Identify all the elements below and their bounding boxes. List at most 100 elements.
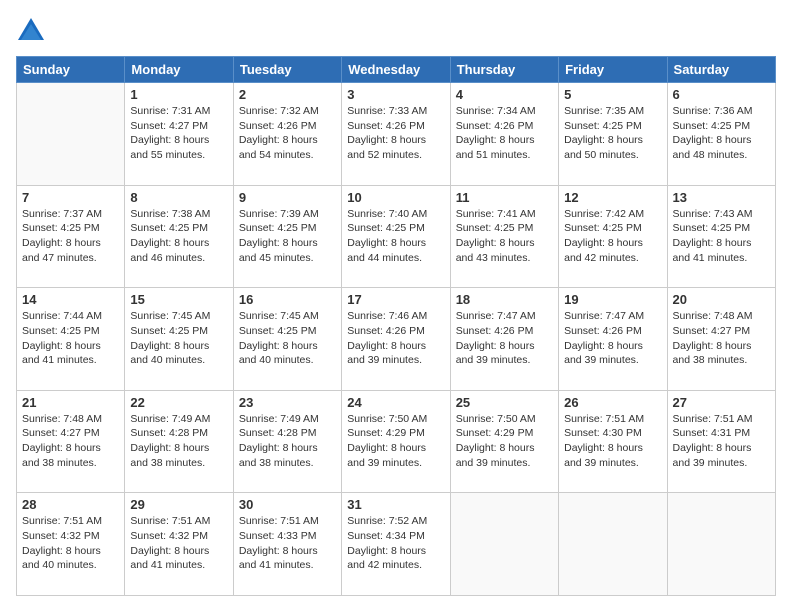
day-info: Sunrise: 7:51 AMSunset: 4:33 PMDaylight:…: [239, 514, 336, 573]
day-cell: 14 Sunrise: 7:44 AMSunset: 4:25 PMDayligh…: [17, 288, 125, 391]
day-cell: 3 Sunrise: 7:33 AMSunset: 4:26 PMDaylight…: [342, 83, 450, 186]
day-number: 29: [130, 497, 227, 512]
day-cell: 11 Sunrise: 7:41 AMSunset: 4:25 PMDayligh…: [450, 185, 558, 288]
header: [16, 16, 776, 46]
day-cell: 31 Sunrise: 7:52 AMSunset: 4:34 PMDayligh…: [342, 493, 450, 596]
day-number: 30: [239, 497, 336, 512]
day-cell: 26Sunrise: 7:51 AMSunset: 4:30 PMDayligh…: [559, 390, 667, 493]
day-cell: 17 Sunrise: 7:46 AMSunset: 4:26 PMDayligh…: [342, 288, 450, 391]
day-info: Sunrise: 7:37 AMSunset: 4:25 PMDaylight:…: [22, 207, 119, 266]
day-cell: 21 Sunrise: 7:48 AMSunset: 4:27 PMDayligh…: [17, 390, 125, 493]
day-info: Sunrise: 7:49 AMSunset: 4:28 PMDaylight:…: [130, 412, 227, 471]
day-number: 31: [347, 497, 444, 512]
day-cell: 8 Sunrise: 7:38 AMSunset: 4:25 PMDaylight…: [125, 185, 233, 288]
day-info: Sunrise: 7:46 AMSunset: 4:26 PMDaylight:…: [347, 309, 444, 368]
day-info: Sunrise: 7:49 AMSunset: 4:28 PMDaylight:…: [239, 412, 336, 471]
day-info: Sunrise: 7:33 AMSunset: 4:26 PMDaylight:…: [347, 104, 444, 163]
day-number: 3: [347, 87, 444, 102]
day-info: Sunrise: 7:45 AMSunset: 4:25 PMDaylight:…: [239, 309, 336, 368]
day-number: 26: [564, 395, 661, 410]
day-number: 9: [239, 190, 336, 205]
day-cell: 24 Sunrise: 7:50 AMSunset: 4:29 PMDayligh…: [342, 390, 450, 493]
day-info: Sunrise: 7:50 AMSunset: 4:29 PMDaylight:…: [347, 412, 444, 471]
day-number: 22: [130, 395, 227, 410]
day-info: Sunrise: 7:44 AMSunset: 4:25 PMDaylight:…: [22, 309, 119, 368]
day-number: 18: [456, 292, 553, 307]
day-number: 4: [456, 87, 553, 102]
day-number: 11: [456, 190, 553, 205]
day-number: 16: [239, 292, 336, 307]
day-number: 15: [130, 292, 227, 307]
day-header-sunday: Sunday: [17, 57, 125, 83]
day-number: 13: [673, 190, 770, 205]
day-header-thursday: Thursday: [450, 57, 558, 83]
day-number: 2: [239, 87, 336, 102]
day-info: Sunrise: 7:39 AMSunset: 4:25 PMDaylight:…: [239, 207, 336, 266]
day-cell: 10 Sunrise: 7:40 AMSunset: 4:25 PMDayligh…: [342, 185, 450, 288]
day-cell: 12 Sunrise: 7:42 AMSunset: 4:25 PMDayligh…: [559, 185, 667, 288]
day-cell: 16 Sunrise: 7:45 AMSunset: 4:25 PMDayligh…: [233, 288, 341, 391]
day-info: Sunrise: 7:48 AMSunset: 4:27 PMDaylight:…: [22, 412, 119, 471]
day-cell: 2 Sunrise: 7:32 AMSunset: 4:26 PMDaylight…: [233, 83, 341, 186]
page: SundayMondayTuesdayWednesdayThursdayFrid…: [0, 0, 792, 612]
day-info: Sunrise: 7:50 AMSunset: 4:29 PMDaylight:…: [456, 412, 553, 471]
day-cell: 30 Sunrise: 7:51 AMSunset: 4:33 PMDayligh…: [233, 493, 341, 596]
day-cell: 6 Sunrise: 7:36 AMSunset: 4:25 PMDaylight…: [667, 83, 775, 186]
day-info: Sunrise: 7:41 AMSunset: 4:25 PMDaylight:…: [456, 207, 553, 266]
day-cell: 25 Sunrise: 7:50 AMSunset: 4:29 PMDayligh…: [450, 390, 558, 493]
day-number: 10: [347, 190, 444, 205]
day-number: 24: [347, 395, 444, 410]
day-info: Sunrise: 7:51 AMSunset: 4:31 PMDaylight:…: [673, 412, 770, 471]
day-info: Sunrise: 7:32 AMSunset: 4:26 PMDaylight:…: [239, 104, 336, 163]
logo-icon: [16, 16, 46, 46]
day-info: Sunrise: 7:36 AMSunset: 4:25 PMDaylight:…: [673, 104, 770, 163]
day-info: Sunrise: 7:51 AMSunset: 4:32 PMDaylight:…: [130, 514, 227, 573]
day-cell: 29 Sunrise: 7:51 AMSunset: 4:32 PMDayligh…: [125, 493, 233, 596]
day-info: Sunrise: 7:42 AMSunset: 4:25 PMDaylight:…: [564, 207, 661, 266]
day-number: 7: [22, 190, 119, 205]
day-header-friday: Friday: [559, 57, 667, 83]
day-cell: 9 Sunrise: 7:39 AMSunset: 4:25 PMDaylight…: [233, 185, 341, 288]
day-cell: 19Sunrise: 7:47 AMSunset: 4:26 PMDayligh…: [559, 288, 667, 391]
day-number: 8: [130, 190, 227, 205]
calendar-table: SundayMondayTuesdayWednesdayThursdayFrid…: [16, 56, 776, 596]
day-number: 21: [22, 395, 119, 410]
day-cell: 5Sunrise: 7:35 AMSunset: 4:25 PMDaylight…: [559, 83, 667, 186]
day-number: 20: [673, 292, 770, 307]
day-cell: [667, 493, 775, 596]
day-info: Sunrise: 7:38 AMSunset: 4:25 PMDaylight:…: [130, 207, 227, 266]
day-number: 6: [673, 87, 770, 102]
day-number: 1: [130, 87, 227, 102]
day-cell: 28Sunrise: 7:51 AMSunset: 4:32 PMDayligh…: [17, 493, 125, 596]
day-number: 14: [22, 292, 119, 307]
day-number: 25: [456, 395, 553, 410]
day-info: Sunrise: 7:52 AMSunset: 4:34 PMDaylight:…: [347, 514, 444, 573]
logo: [16, 16, 48, 46]
day-cell: 1Sunrise: 7:31 AMSunset: 4:27 PMDaylight…: [125, 83, 233, 186]
day-info: Sunrise: 7:40 AMSunset: 4:25 PMDaylight:…: [347, 207, 444, 266]
day-info: Sunrise: 7:43 AMSunset: 4:25 PMDaylight:…: [673, 207, 770, 266]
day-cell: 13 Sunrise: 7:43 AMSunset: 4:25 PMDayligh…: [667, 185, 775, 288]
day-number: 28: [22, 497, 119, 512]
week-row-3: 21 Sunrise: 7:48 AMSunset: 4:27 PMDayligh…: [17, 390, 776, 493]
day-info: Sunrise: 7:45 AMSunset: 4:25 PMDaylight:…: [130, 309, 227, 368]
day-cell: 27 Sunrise: 7:51 AMSunset: 4:31 PMDayligh…: [667, 390, 775, 493]
day-number: 27: [673, 395, 770, 410]
day-cell: 20 Sunrise: 7:48 AMSunset: 4:27 PMDayligh…: [667, 288, 775, 391]
day-number: 12: [564, 190, 661, 205]
day-cell: 22 Sunrise: 7:49 AMSunset: 4:28 PMDayligh…: [125, 390, 233, 493]
day-header-saturday: Saturday: [667, 57, 775, 83]
day-info: Sunrise: 7:48 AMSunset: 4:27 PMDaylight:…: [673, 309, 770, 368]
day-cell: 15 Sunrise: 7:45 AMSunset: 4:25 PMDayligh…: [125, 288, 233, 391]
day-number: 17: [347, 292, 444, 307]
logo-wrapper: [16, 16, 48, 46]
day-header-tuesday: Tuesday: [233, 57, 341, 83]
day-number: 23: [239, 395, 336, 410]
day-cell: 4Sunrise: 7:34 AMSunset: 4:26 PMDaylight…: [450, 83, 558, 186]
week-row-2: 14 Sunrise: 7:44 AMSunset: 4:25 PMDayligh…: [17, 288, 776, 391]
day-cell: [450, 493, 558, 596]
day-cell: 23 Sunrise: 7:49 AMSunset: 4:28 PMDayligh…: [233, 390, 341, 493]
day-info: Sunrise: 7:47 AMSunset: 4:26 PMDaylight:…: [564, 309, 661, 368]
week-row-1: 7 Sunrise: 7:37 AMSunset: 4:25 PMDaylight…: [17, 185, 776, 288]
day-header-wednesday: Wednesday: [342, 57, 450, 83]
